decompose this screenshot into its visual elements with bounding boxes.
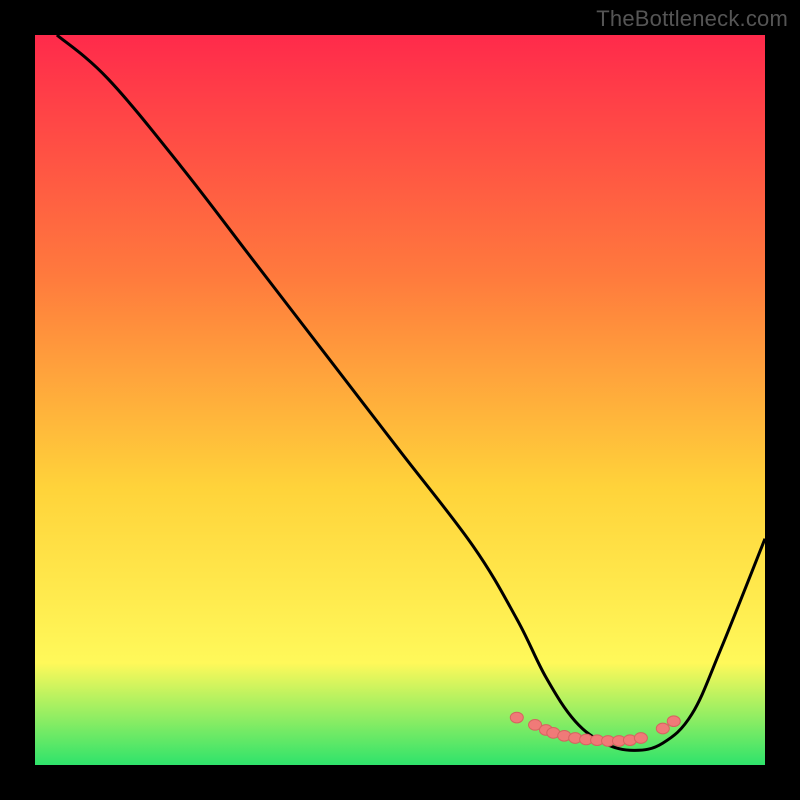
chart-frame: TheBottleneck.com bbox=[0, 0, 800, 800]
marker-dot bbox=[634, 733, 647, 744]
marker-dot bbox=[656, 723, 669, 734]
plot-svg bbox=[35, 35, 765, 765]
gradient-background bbox=[35, 35, 765, 765]
plot-area bbox=[35, 35, 765, 765]
marker-dot bbox=[667, 716, 680, 727]
watermark-text: TheBottleneck.com bbox=[596, 6, 788, 32]
marker-dot bbox=[510, 712, 523, 723]
